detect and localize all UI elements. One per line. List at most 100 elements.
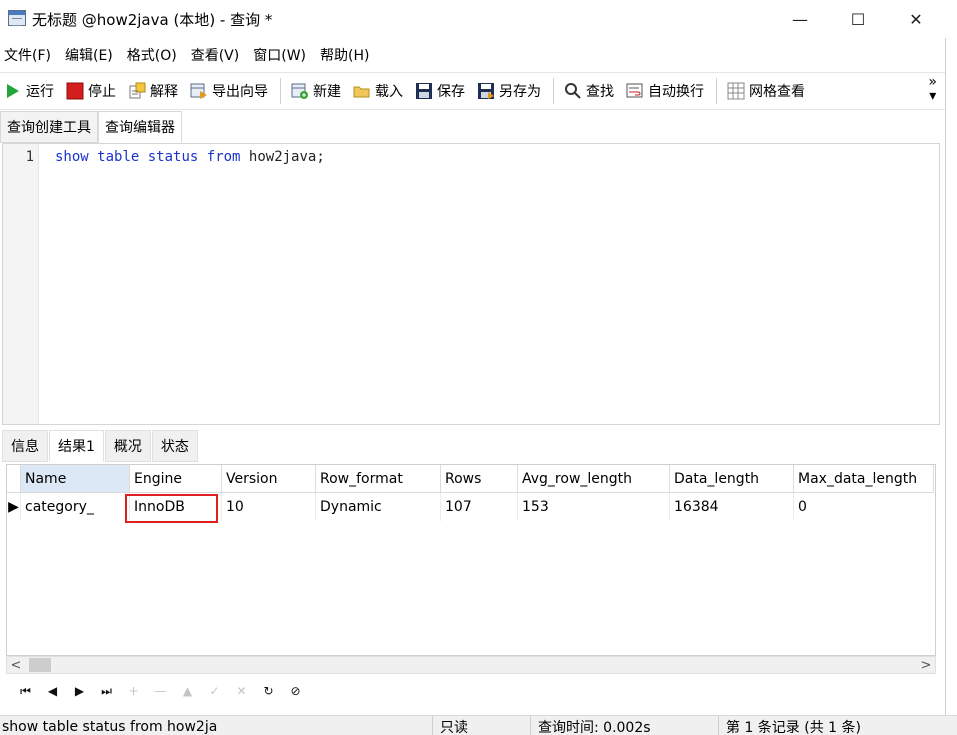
cell-name[interactable]: category_ [21,493,130,521]
menu-view[interactable]: 查看(V) [191,45,240,65]
cell-max-data-length[interactable]: 0 [794,493,934,521]
sql-identifier: how2java; [240,149,325,165]
code-line[interactable]: show table status from how2java; [55,149,325,165]
maximize-button[interactable]: ☐ [829,0,887,38]
run-button[interactable]: 运行 [4,81,54,101]
word-wrap-icon [626,82,644,100]
line-number-gutter: 1 [3,144,39,424]
close-button[interactable]: ✕ [887,0,945,38]
toolbar-overflow[interactable]: » ▾ [928,75,937,103]
tab-query-editor[interactable]: 查询编辑器 [98,111,182,143]
record-navigation-bar: ⏮ ◀ ▶ ⏭ + — ▲ ✓ ✕ ↻ ⊘ [6,678,936,704]
save-as-button[interactable]: 另存为 [477,81,541,101]
word-wrap-button[interactable]: 自动换行 [626,81,704,101]
column-header-avg-row-length[interactable]: Avg_row_length [518,465,670,493]
sql-editor[interactable]: 1 show table status from how2java; [2,143,940,425]
status-divider [530,716,531,735]
last-record-icon[interactable]: ⏭ [93,680,120,702]
grid-header-row: Name Engine Version Row_format Rows Avg_… [7,465,935,493]
horizontal-scrollbar[interactable]: < > [6,656,936,674]
status-divider [432,716,433,735]
add-record-icon[interactable]: + [120,680,147,702]
cell-data-length[interactable]: 16384 [670,493,794,521]
cell-avg-row-length[interactable]: 153 [518,493,670,521]
title-bar: 无标题 @how2java (本地) - 查询 * — ☐ ✕ [0,0,957,38]
grid-icon [727,82,745,100]
status-bar: show table status from how2ja 只读 查询时间: 0… [0,715,957,735]
grid-view-label: 网格查看 [749,84,805,100]
editor-tab-strip: 查询创建工具 查询编辑器 [0,111,945,143]
current-row-indicator-icon: ▶ [7,493,21,521]
discard-changes-icon[interactable]: ✕ [228,680,255,702]
export-icon [190,82,208,100]
save-icon [415,82,433,100]
status-query-time: 查询时间: 0.002s [538,719,651,735]
cell-version[interactable]: 10 [222,493,316,521]
stop-button[interactable]: 停止 [66,81,116,101]
toolbar-separator [280,78,281,104]
save-button[interactable]: 保存 [415,81,465,101]
load-button[interactable]: 载入 [353,81,403,101]
sql-keyword: show [55,149,89,165]
tab-result1[interactable]: 结果1 [49,430,104,462]
first-record-icon[interactable]: ⏮ [12,680,39,702]
menu-window[interactable]: 窗口(W) [253,45,306,65]
column-header-rows[interactable]: Rows [441,465,518,493]
line-number: 1 [25,149,34,165]
new-query-icon [291,82,309,100]
explain-button[interactable]: 解释 [128,81,178,101]
stop-query-icon[interactable]: ⊘ [282,680,309,702]
explain-label: 解释 [150,84,178,100]
toolbar: 运行 停止 解释 导出向导 新建 载入 保存 另存为 查找 自动换行 网格查看 … [0,72,945,110]
toolbar-separator [716,78,717,104]
stop-icon [66,82,84,100]
menu-help[interactable]: 帮助(H) [320,45,369,65]
search-icon [564,82,582,100]
menu-file[interactable]: 文件(F) [4,45,51,65]
scroll-right-icon[interactable]: > [917,657,935,673]
column-header-row-format[interactable]: Row_format [316,465,441,493]
menu-bar: 文件(F) 编辑(E) 格式(O) 查看(V) 窗口(W) 帮助(H) [0,40,945,70]
tab-query-builder[interactable]: 查询创建工具 [0,111,98,143]
double-chevron-icon: » [928,74,937,90]
delete-record-icon[interactable]: — [147,680,174,702]
tab-status[interactable]: 状态 [151,430,198,462]
status-query: show table status from how2ja [2,718,218,735]
new-button[interactable]: 新建 [291,81,341,101]
play-icon [4,82,22,100]
word-wrap-label: 自动换行 [648,84,704,100]
minimize-button[interactable]: — [771,0,829,38]
menu-edit[interactable]: 编辑(E) [65,45,113,65]
result-tab-strip: 信息 结果1 概况 状态 [2,430,940,462]
window-title: 无标题 @how2java (本地) - 查询 * [32,11,273,29]
export-wizard-label: 导出向导 [212,84,268,100]
column-header-version[interactable]: Version [222,465,316,493]
tab-info[interactable]: 信息 [2,430,48,462]
save-as-icon [477,82,495,100]
sql-keyword: table [97,149,140,165]
column-header-data-length[interactable]: Data_length [670,465,794,493]
next-record-icon[interactable]: ▶ [66,680,93,702]
cell-rows[interactable]: 107 [441,493,518,521]
column-header-max-data-length[interactable]: Max_data_length [794,465,934,493]
sql-keyword: status [147,149,199,165]
column-header-engine[interactable]: Engine [130,465,222,493]
status-mode: 只读 [440,719,468,735]
tab-profile[interactable]: 概况 [104,430,151,462]
find-button[interactable]: 查找 [564,81,614,101]
cell-row-format[interactable]: Dynamic [316,493,441,521]
result-grid: Name Engine Version Row_format Rows Avg_… [6,464,936,656]
window-border [945,38,946,715]
menu-format[interactable]: 格式(O) [127,45,177,65]
save-as-label: 另存为 [499,84,541,100]
grid-view-button[interactable]: 网格查看 [727,81,805,101]
apply-changes-icon[interactable]: ✓ [201,680,228,702]
export-wizard-button[interactable]: 导出向导 [190,81,268,101]
edit-record-icon[interactable]: ▲ [174,680,201,702]
scroll-thumb[interactable] [29,658,51,672]
previous-record-icon[interactable]: ◀ [39,680,66,702]
refresh-icon[interactable]: ↻ [255,680,282,702]
status-divider [718,716,719,735]
scroll-left-icon[interactable]: < [7,657,25,673]
column-header-name[interactable]: Name [21,465,130,493]
